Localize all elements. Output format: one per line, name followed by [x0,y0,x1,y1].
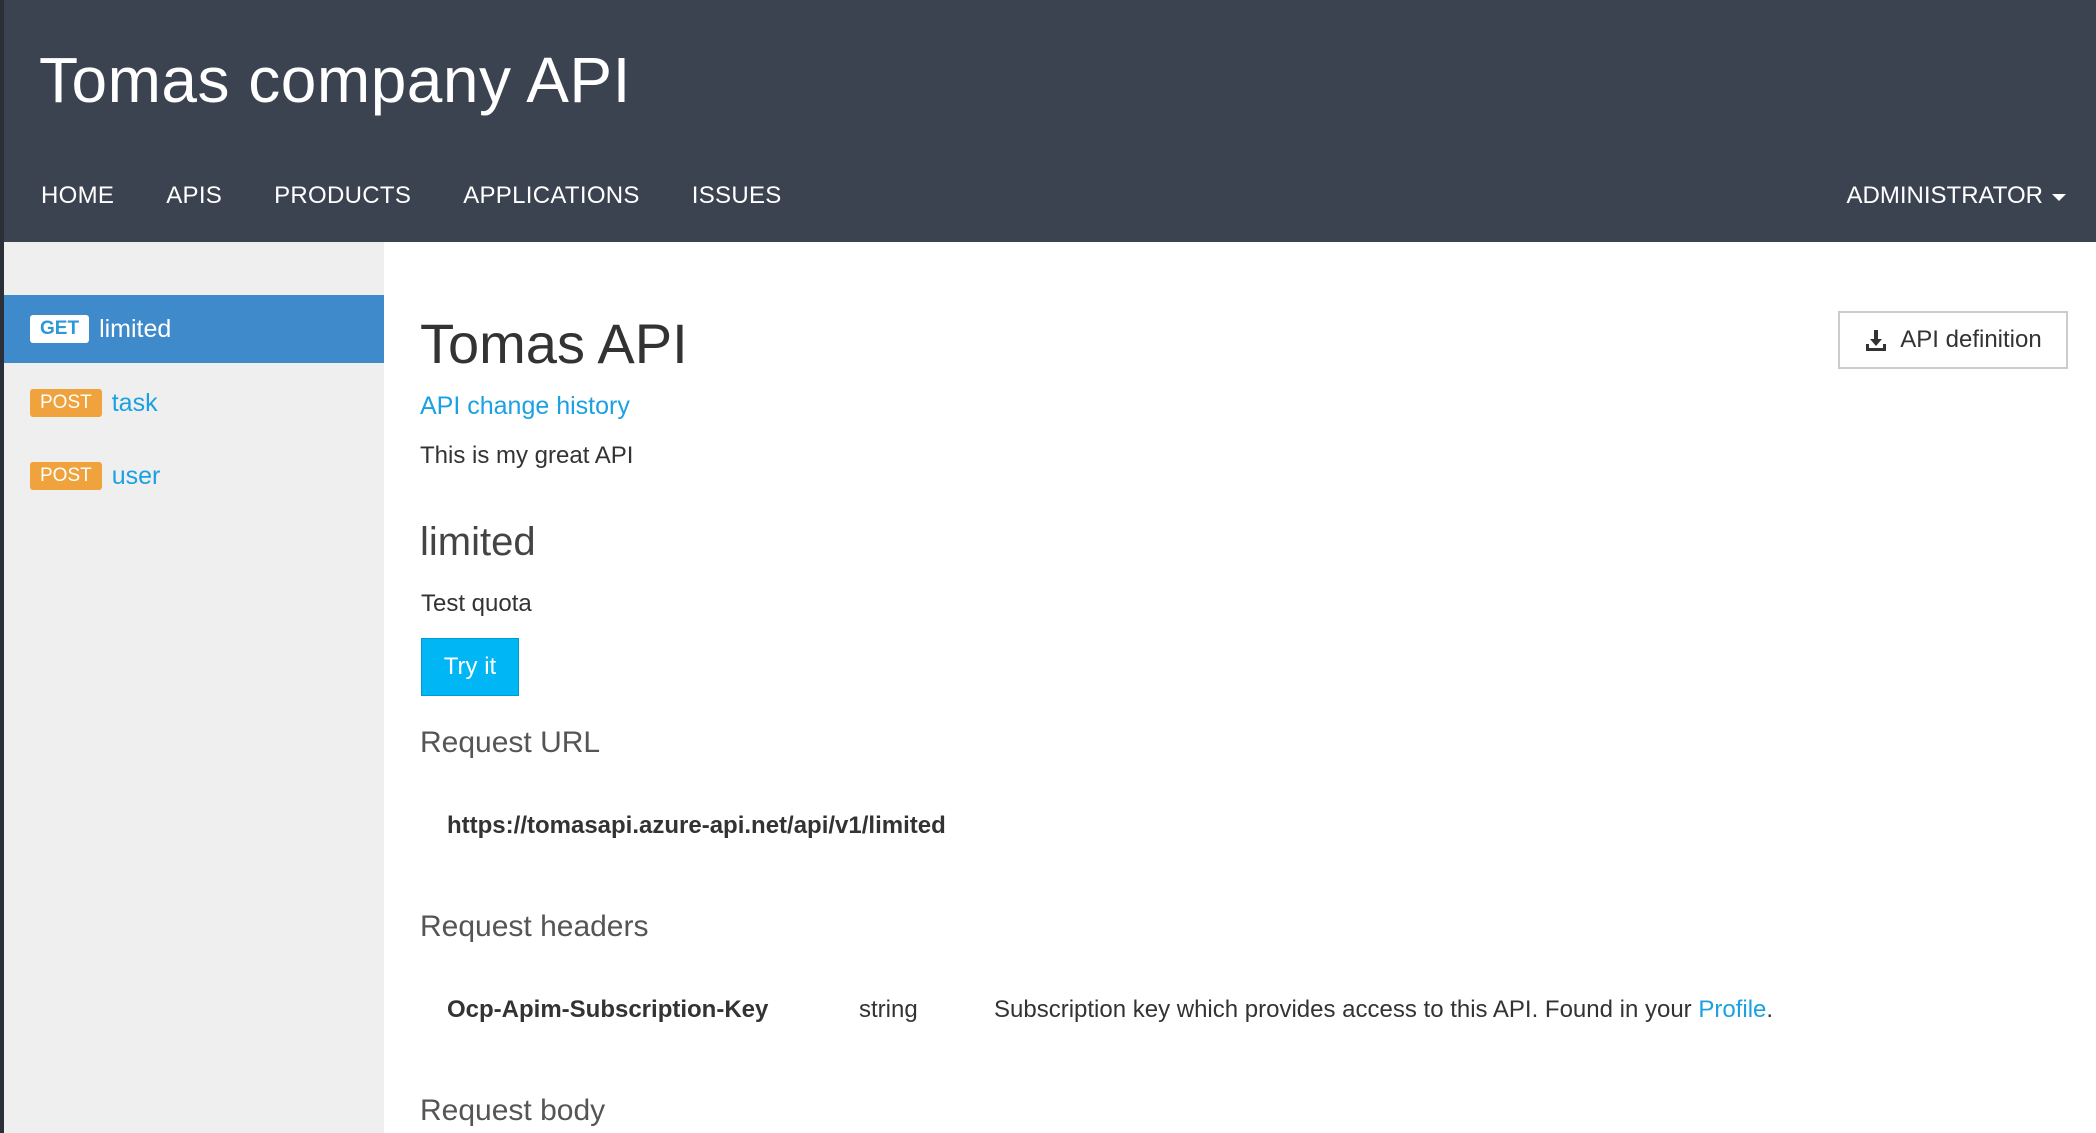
header-description-suffix: . [1766,996,1774,1023]
api-change-history-link[interactable]: API change history [420,392,630,421]
nav-applications[interactable]: APPLICATIONS [463,181,640,211]
user-menu-label: ADMINISTRATOR [1846,182,2043,209]
header-type: string [859,996,918,1023]
header-name: Ocp-Apim-Subscription-Key [447,996,769,1023]
window-edge [0,0,4,1133]
api-title: Tomas API [420,312,688,375]
main-nav: HOME APIS PRODUCTS APPLICATIONS ISSUES [41,181,834,211]
request-headers-title: Request headers [420,910,649,943]
nav-apis[interactable]: APIS [166,181,222,211]
api-definition-label: API definition [1900,326,2042,353]
operation-label: limited [99,314,172,343]
operation-description: Test quota [421,590,532,617]
api-description: This is my great API [420,442,634,469]
nav-home[interactable]: HOME [41,181,114,211]
nav-issues[interactable]: ISSUES [692,181,782,211]
site-header: Tomas company API HOME APIS PRODUCTS APP… [0,0,2096,242]
operation-title: limited [420,520,536,564]
user-menu[interactable]: ADMINISTRATOR [1847,181,2066,211]
api-definition-button[interactable]: API definition [1838,311,2068,369]
header-description: Subscription key which provides access t… [994,996,1773,1024]
site-title[interactable]: Tomas company API [39,42,631,119]
caret-down-icon [2052,194,2066,201]
operation-label: task [111,388,158,417]
method-badge: GET [30,315,90,343]
profile-link[interactable]: Profile [1698,996,1766,1023]
sidebar-item-task[interactable]: POST task [4,369,384,437]
sidebar-item-user[interactable]: POST user [4,442,384,510]
nav-products[interactable]: PRODUCTS [274,181,411,211]
try-it-button[interactable]: Try it [421,638,519,696]
method-badge: POST [30,389,102,417]
request-body-title: Request body [420,1094,606,1127]
request-url-title: Request URL [420,726,601,759]
operation-label: user [111,461,161,490]
operations-sidebar: GET limited POST task POST user [0,242,384,1133]
sidebar-item-limited[interactable]: GET limited [4,295,384,363]
request-url-value: https://tomasapi.azure-api.net/api/v1/li… [447,812,946,839]
method-badge: POST [30,462,102,490]
page: Tomas company API HOME APIS PRODUCTS APP… [0,0,2096,1133]
download-icon [1866,330,1887,351]
header-description-text: Subscription key which provides access t… [994,996,1699,1023]
